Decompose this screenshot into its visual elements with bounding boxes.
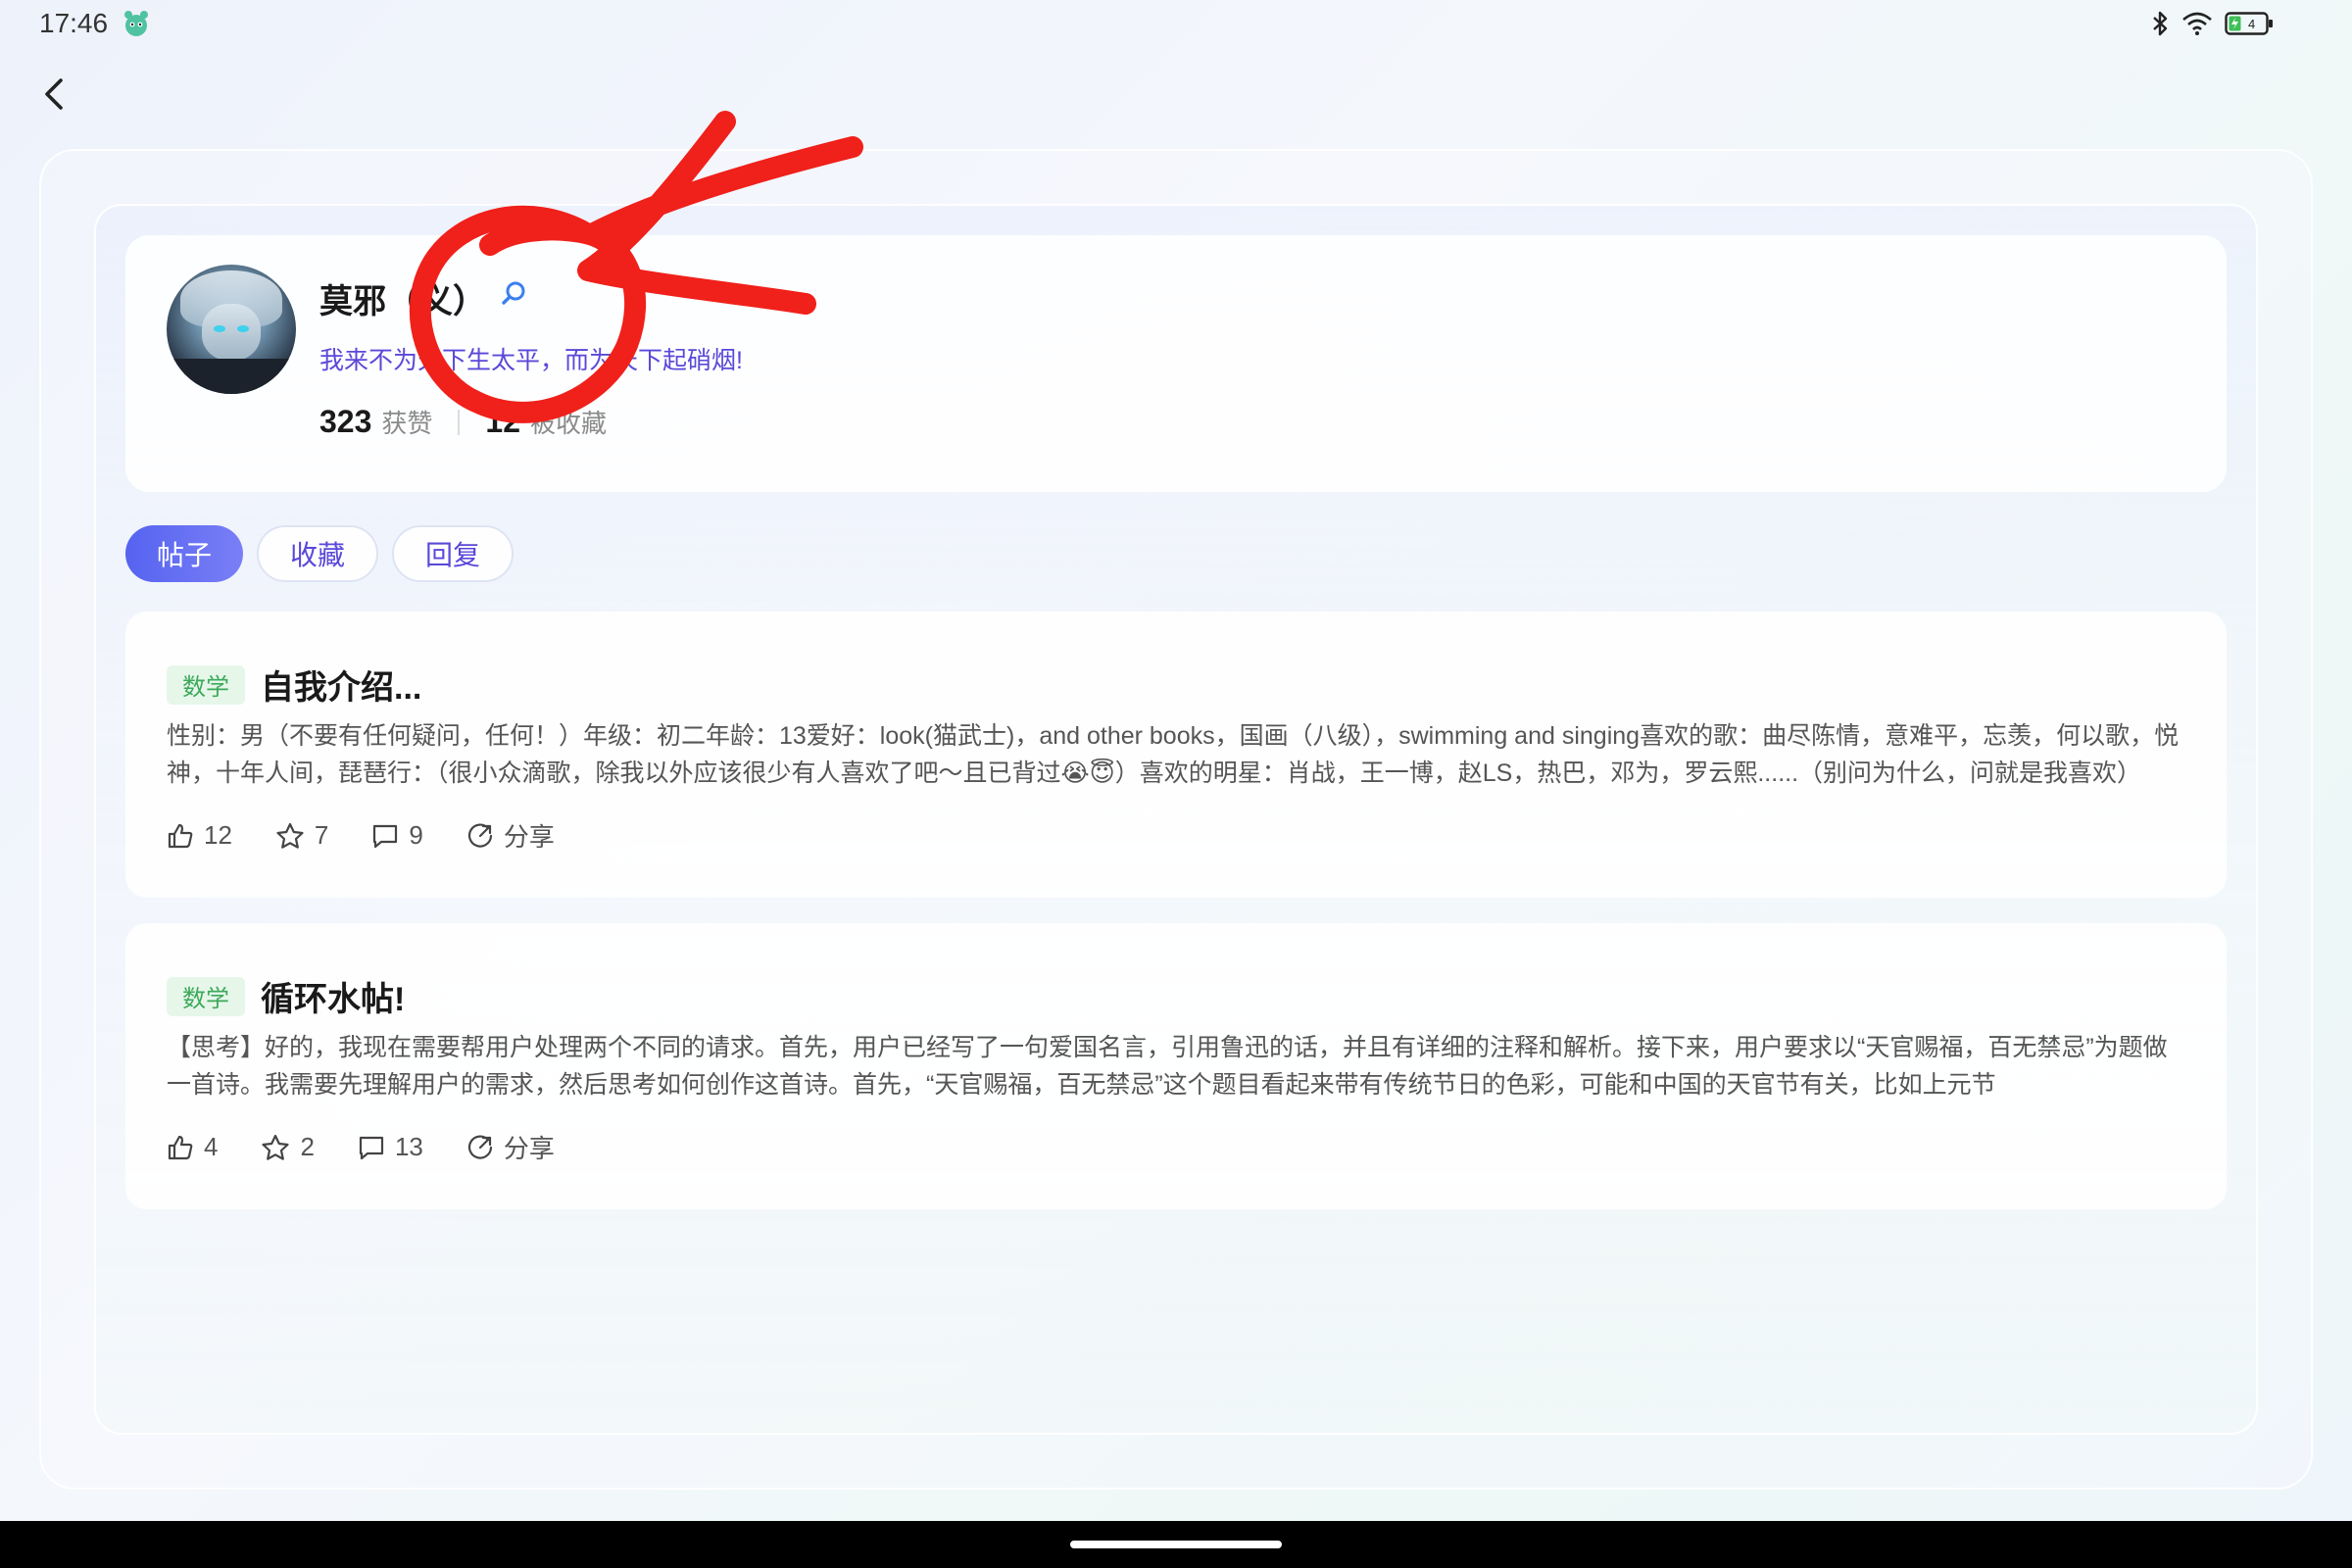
star-icon [276, 822, 304, 849]
bluetooth-icon [2153, 11, 2168, 36]
battery-charging-icon: 4 [2225, 12, 2273, 35]
status-bar: 17:46 4 [0, 0, 2352, 49]
post-body: 【思考】好的，我现在需要帮用户处理两个不同的请求。首先，用户已经写了一句爱国名言… [167, 1034, 2168, 1099]
status-icons: 4 [2150, 10, 2274, 37]
post-header: 数学 自我介绍... [167, 661, 421, 709]
like-button[interactable]: 4 [167, 1132, 218, 1162]
share-button[interactable]: 分享 [466, 1129, 555, 1165]
comment-icon [373, 824, 398, 848]
post-actions: 4 2 13 分享 [167, 1129, 598, 1165]
comment-count: 13 [394, 1132, 423, 1161]
navigation-bar [0, 1521, 2352, 1568]
user-motto: 我来不为天下生太平，而为天下起硝烟! [319, 347, 743, 374]
star-count: 2 [300, 1132, 315, 1161]
comment-icon [359, 1136, 384, 1159]
share-button[interactable]: 分享 [466, 817, 555, 854]
profile-card: 莫邪（义） 我来不为天下生太平，而为天下起硝烟! 323 获赞 12 被收藏 [125, 235, 2227, 492]
post-actions: 12 7 9 分享 [167, 817, 598, 854]
post-card[interactable]: 数学 自我介绍... 性别：男（不要有任何疑问，任何！）年级：初二年龄：13爱好… [125, 612, 2227, 898]
star-button[interactable]: 7 [275, 820, 328, 851]
post-title: 循环水帖! [261, 981, 406, 1018]
post-tag: 数学 [167, 664, 245, 705]
comment-button[interactable]: 13 [358, 1132, 423, 1162]
tab-favorites[interactable]: 收藏 [257, 525, 378, 582]
avatar[interactable] [167, 265, 296, 394]
thumbs-up-icon [168, 823, 193, 848]
post-card[interactable]: 数学 循环水帖! 【思考】好的，我现在需要帮用户处理两个不同的请求。首先，用户已… [125, 923, 2227, 1209]
like-count: 12 [204, 820, 232, 850]
profile-tabs: 帖子 收藏 回复 [125, 525, 514, 582]
post-body: 性别：男（不要有任何疑问，任何！）年级：初二年龄：13爱好：look(猫武士)，… [167, 722, 2180, 787]
like-button[interactable]: 12 [167, 820, 232, 851]
share-icon [467, 822, 492, 848]
wifi-icon [2182, 12, 2212, 35]
thumbs-up-icon [168, 1135, 193, 1159]
favorited-count: 12 [485, 404, 520, 439]
share-label: 分享 [503, 822, 555, 852]
likes-label: 获赞 [381, 409, 433, 438]
status-time: 17:46 [39, 8, 109, 38]
stats-divider [458, 409, 461, 435]
tab-replies[interactable]: 回复 [392, 525, 514, 582]
post-header: 数学 循环水帖! [167, 972, 405, 1020]
post-tag: 数学 [167, 976, 245, 1016]
star-button[interactable]: 2 [261, 1132, 315, 1162]
tab-posts[interactable]: 帖子 [125, 525, 243, 582]
favorited-label: 被收藏 [530, 409, 608, 438]
star-icon [262, 1134, 290, 1160]
back-button[interactable] [35, 74, 74, 114]
post-title: 自我介绍... [261, 669, 422, 707]
like-count: 4 [204, 1132, 219, 1161]
likes-count: 323 [319, 404, 372, 439]
user-name: 莫邪（义） [319, 283, 486, 320]
share-label: 分享 [503, 1134, 555, 1163]
home-indicator[interactable] [1070, 1541, 1282, 1548]
share-icon [467, 1134, 492, 1159]
star-count: 7 [314, 820, 329, 850]
comment-button[interactable]: 9 [371, 820, 423, 851]
profile-stats: 323 获赞 12 被收藏 [319, 404, 607, 440]
mascot-icon [124, 11, 148, 36]
battery-level: 4 [2248, 17, 2255, 31]
comment-count: 9 [409, 820, 423, 850]
edit-icon[interactable] [498, 278, 529, 310]
